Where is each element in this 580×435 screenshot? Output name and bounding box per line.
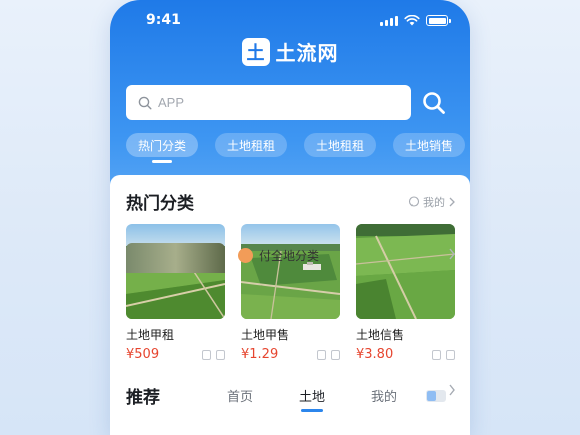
category-tabs: 热门分类 土地租租 土地租租 土地销售 bbox=[126, 133, 466, 157]
battery-icon bbox=[426, 15, 451, 26]
recommend-title: 推荐 bbox=[126, 388, 160, 408]
recommend-list-item[interactable]: 付全地分类 bbox=[238, 247, 319, 264]
recommend-item-label: 付全地分类 bbox=[259, 249, 320, 263]
land-photo bbox=[356, 224, 455, 319]
recommend-header: 推荐 首页 土地 我的 bbox=[126, 383, 456, 408]
doc-icon bbox=[202, 349, 211, 360]
item-meta-icons bbox=[432, 349, 455, 360]
brand: 土 土流网 bbox=[110, 37, 470, 66]
chat-icon bbox=[408, 195, 420, 207]
brand-logo-icon: 土 bbox=[241, 37, 270, 66]
share-icon bbox=[216, 349, 225, 360]
list-item[interactable]: 土地信售 ¥3.80 bbox=[356, 224, 455, 362]
hot-section-title: 热门分类 bbox=[126, 194, 194, 214]
content-card: 热门分类 我的 土地甲租 ¥509 土地甲售 ¥1.29 土地信售 ¥3.80 … bbox=[110, 175, 470, 435]
tab-home[interactable]: 首页 bbox=[204, 386, 276, 405]
tab-mine[interactable]: 我的 bbox=[348, 386, 420, 405]
item-price: ¥509 bbox=[126, 347, 160, 362]
chevron-right-icon[interactable] bbox=[448, 248, 456, 260]
tab-hot-category[interactable]: 热门分类 bbox=[126, 133, 199, 157]
recommend-photo bbox=[126, 243, 225, 273]
land-photo bbox=[241, 224, 340, 319]
tab-land[interactable]: 土地 bbox=[276, 386, 348, 405]
header-hero: 9:41 土 土流网 APP 热门分类 土地租租 土地租租 土地销售 bbox=[110, 0, 470, 200]
status-time: 9:41 bbox=[146, 12, 181, 28]
tab-land-rent-2[interactable]: 土地租租 bbox=[304, 133, 377, 157]
my-link[interactable]: 我的 bbox=[408, 194, 456, 210]
search-button[interactable] bbox=[419, 88, 449, 118]
item-title: 土地甲售 bbox=[241, 328, 290, 342]
phone-frame: 9:41 土 土流网 APP 热门分类 土地租租 土地租租 土地销售 热门分类 … bbox=[110, 0, 470, 435]
item-meta-icons bbox=[317, 349, 340, 360]
category-badge-icon bbox=[238, 248, 253, 263]
item-price: ¥1.29 bbox=[241, 347, 279, 362]
item-meta-icons bbox=[202, 349, 225, 360]
my-link-label: 我的 bbox=[423, 195, 445, 209]
list-item[interactable]: 土地甲售 ¥1.29 bbox=[241, 224, 340, 362]
chevron-right-icon[interactable] bbox=[448, 384, 456, 396]
doc-icon bbox=[317, 349, 326, 360]
status-bar: 9:41 bbox=[110, 12, 470, 30]
wifi-icon bbox=[404, 15, 420, 26]
search-bar[interactable] bbox=[126, 85, 411, 120]
doc-icon bbox=[432, 349, 441, 360]
hot-section-header: 热门分类 我的 bbox=[126, 189, 456, 214]
signal-icon bbox=[380, 15, 398, 26]
status-icons bbox=[380, 15, 451, 26]
share-icon bbox=[331, 349, 340, 360]
search-icon bbox=[138, 96, 152, 110]
search-icon bbox=[423, 92, 445, 114]
view-toggle[interactable] bbox=[426, 389, 446, 402]
tab-land-rent[interactable]: 土地租租 bbox=[215, 133, 288, 157]
search-input[interactable] bbox=[158, 95, 378, 110]
tab-land-sale[interactable]: 土地销售 bbox=[393, 133, 466, 157]
chevron-right-icon bbox=[449, 197, 455, 206]
item-title: 土地甲租 bbox=[126, 328, 175, 342]
item-price: ¥3.80 bbox=[356, 347, 394, 362]
brand-name: 土流网 bbox=[275, 41, 339, 65]
share-icon bbox=[446, 349, 455, 360]
item-title: 土地信售 bbox=[356, 328, 405, 342]
